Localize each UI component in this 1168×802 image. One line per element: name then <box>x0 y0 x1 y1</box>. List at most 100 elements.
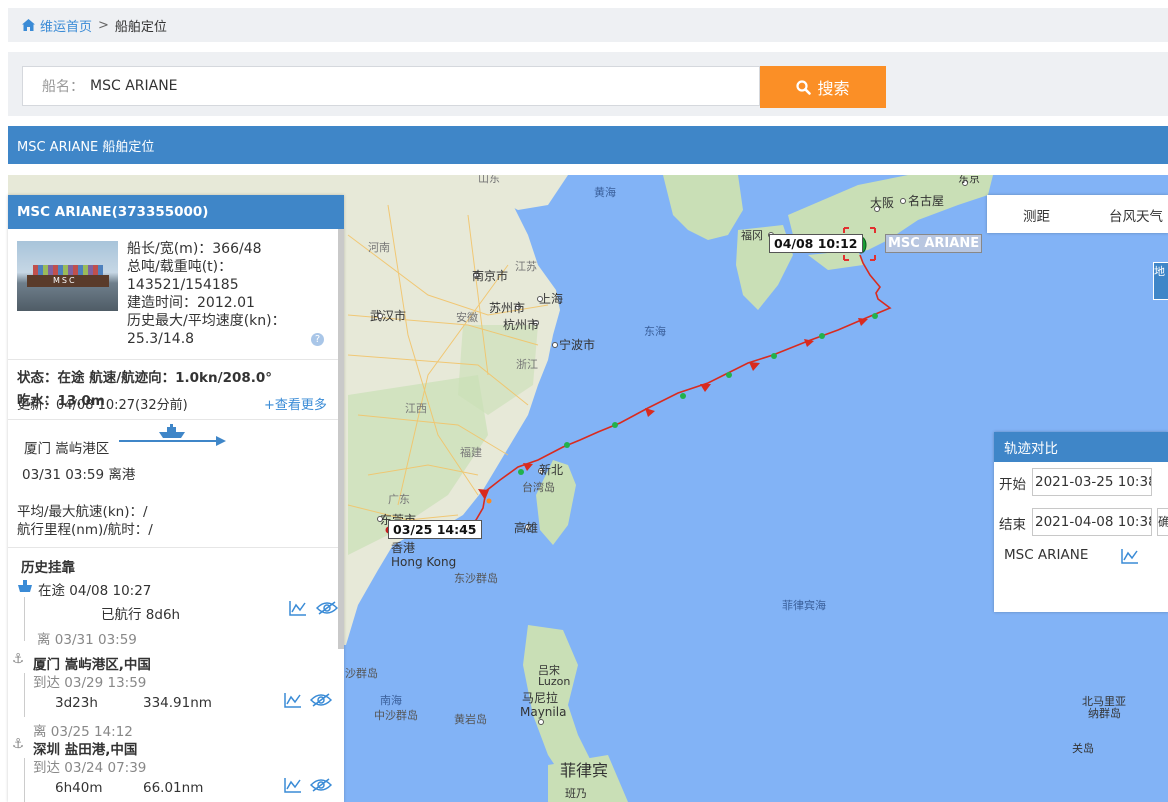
history-duration-2: 6h40m <box>55 780 103 796</box>
map-label-shanghai: 上海 <box>539 291 563 306</box>
ship-spec-line: 历史最大/平均速度(kn)： <box>127 313 286 329</box>
map-label-huanghai: 黄海 <box>594 185 616 199</box>
ship-photo: MSC <box>17 241 118 311</box>
home-icon <box>22 19 35 31</box>
map-label-fukuoka: 福冈 <box>741 228 763 242</box>
map-label-huangyan: 黄岩岛 <box>454 712 487 726</box>
map-label-hongkong-en: Hong Kong <box>391 555 456 569</box>
hide-eye-icon[interactable] <box>316 601 338 615</box>
map-label-nanjing: 南京市 <box>472 268 508 283</box>
ship-spec-line: 建造时间：2012.01 <box>127 295 255 311</box>
map-label-jiangxi: 江西 <box>405 402 427 415</box>
route-arrow-icon <box>216 436 226 446</box>
track-start-time-tag: 03/25 14:45 <box>388 520 482 539</box>
ship-spec-line: 25.3/14.8 <box>127 331 195 347</box>
map-label-lvsong-en: Luzon <box>538 675 570 688</box>
divider <box>8 359 338 360</box>
history-distance-1: 334.91nm <box>143 695 212 711</box>
map-label-philippines: 菲律宾 <box>560 761 608 780</box>
map-label-nanhai: 南海 <box>380 693 402 707</box>
map-label-jiangsu: 江苏 <box>515 260 537 273</box>
history-title: 历史挂靠 <box>21 560 75 576</box>
hide-eye-icon[interactable] <box>310 778 332 792</box>
history-arrive-2: 到达 03/24 07:39 <box>33 760 147 776</box>
chart-icon[interactable] <box>289 600 307 616</box>
ship-underway-icon <box>18 580 32 592</box>
map-label-guangdong: 广东 <box>388 493 410 506</box>
ship-name-tag: MSC ARIANE <box>885 234 983 253</box>
map-label-hongkong-cn: 香港 <box>391 541 415 555</box>
map-label-nagoya: 名古屋 <box>908 193 944 208</box>
map-layer-button[interactable]: 地 <box>1153 262 1168 300</box>
view-more-link[interactable]: +查看更多 <box>264 394 327 413</box>
search-button-label: 搜索 <box>817 79 850 98</box>
start-label: 开始 <box>999 477 1026 493</box>
ship-spec-line: 143521/154185 <box>127 277 239 293</box>
history-duration-1: 3d23h <box>55 695 98 711</box>
map-label-gaoxiong: 高雄 <box>514 520 538 535</box>
chart-icon[interactable] <box>284 777 302 793</box>
map-label-ningbo: 宁波市 <box>559 337 595 352</box>
history-port-2: 深圳 盐田港,中国 <box>33 742 138 758</box>
timeline-line <box>24 597 25 641</box>
chart-icon[interactable] <box>284 692 302 708</box>
ship-spec-line: 总吨/载重吨(t)： <box>127 259 233 275</box>
typhoon-weather-button[interactable]: 台风天气 <box>1109 205 1163 225</box>
map-label-xinbei: 新北 <box>539 462 563 477</box>
measure-distance-button[interactable]: 测距 <box>1023 205 1050 225</box>
track-point-orange2 <box>486 498 492 504</box>
ship-name-input-value: MSC ARIANE <box>90 78 178 94</box>
map-label-shandong: 山东 <box>478 175 500 185</box>
ship-icon <box>159 424 185 438</box>
map-label-tokyo: 东京 <box>958 175 980 185</box>
voyage-distance: 航行里程(nm)/航时：/ <box>17 522 153 538</box>
breadcrumb-home-link[interactable]: 维运首页 <box>22 16 92 35</box>
search-bar: 船名： MSC ARIANE 搜索 <box>8 52 1168 116</box>
map-label-zhejiang: 浙江 <box>516 358 538 371</box>
map-label-feilvbinhai: 菲律宾海 <box>782 598 826 612</box>
history-arrive-1: 到达 03/29 13:59 <box>33 675 147 691</box>
chart-icon[interactable] <box>1121 548 1139 564</box>
section-title: MSC ARIANE 船舶定位 <box>8 126 1168 164</box>
end-date-input[interactable]: 2021-04-08 10:38 <box>1032 508 1152 536</box>
map-label-beimaliyana2: 纳群岛 <box>1088 706 1121 720</box>
ship-specs: 船长/宽(m)：366/48 总吨/载重吨(t)： 143521/154185 … <box>127 240 327 348</box>
map-label-anhui: 安徽 <box>456 310 478 324</box>
compare-ship-name: MSC ARIANE <box>1004 547 1089 563</box>
departure-port: 厦门 嵩屿港区 <box>24 441 110 457</box>
land-korea <box>663 175 743 240</box>
confirm-button[interactable]: 确 <box>1157 508 1168 536</box>
map-label-osaka: 大阪 <box>870 196 894 210</box>
ship-name-input[interactable]: 船名： MSC ARIANE <box>22 66 760 106</box>
ship-status: 状态：在途 航速/航迹向：1.0kn/208.0° <box>17 370 273 386</box>
end-label: 结束 <box>999 517 1026 533</box>
voyage-stats: 平均/最大航速(kn)：/ 航行里程(nm)/航时：/ <box>17 503 153 539</box>
breadcrumb-separator: > <box>98 17 109 33</box>
search-button[interactable]: 搜索 <box>760 66 886 108</box>
track-compare-title: 轨迹对比 <box>994 432 1168 462</box>
land-japan-shikoku <box>808 250 863 270</box>
divider <box>8 547 338 548</box>
hide-eye-icon[interactable] <box>310 693 332 707</box>
map-toolbar: 测距 台风天气 <box>987 195 1168 233</box>
map-label-taiwan: 台湾岛 <box>522 480 555 494</box>
ship-photo-text: MSC <box>53 276 77 285</box>
map-label-xisha: 沙群岛 <box>345 666 378 680</box>
voyage-speed: 平均/最大航速(kn)：/ <box>17 504 148 520</box>
panel-scrollbar[interactable] <box>338 229 344 649</box>
map-label-guam: 关岛 <box>1072 741 1094 755</box>
breadcrumb-current: 船舶定位 <box>114 19 167 35</box>
map-label-hangzhou: 杭州市 <box>503 317 539 332</box>
map-label-zhongsha: 中沙群岛 <box>374 708 418 722</box>
map-label-manila-cn: 马尼拉 <box>522 690 558 705</box>
start-date-input[interactable]: 2021-03-25 10:38 <box>1032 468 1152 496</box>
map-label-bantao: 班乃 <box>565 787 587 800</box>
history-distance-2: 66.01nm <box>143 780 204 796</box>
ship-spec-line: 船长/宽(m)：366/48 <box>127 241 262 257</box>
route-line <box>119 440 219 442</box>
help-icon[interactable]: ? <box>311 333 324 346</box>
timeline-line <box>24 758 25 802</box>
history-leave-1: 离 03/31 03:59 <box>37 632 137 648</box>
map-label-henan: 河南 <box>368 241 390 254</box>
history-current-status: 在途 04/08 10:27 <box>38 583 152 599</box>
